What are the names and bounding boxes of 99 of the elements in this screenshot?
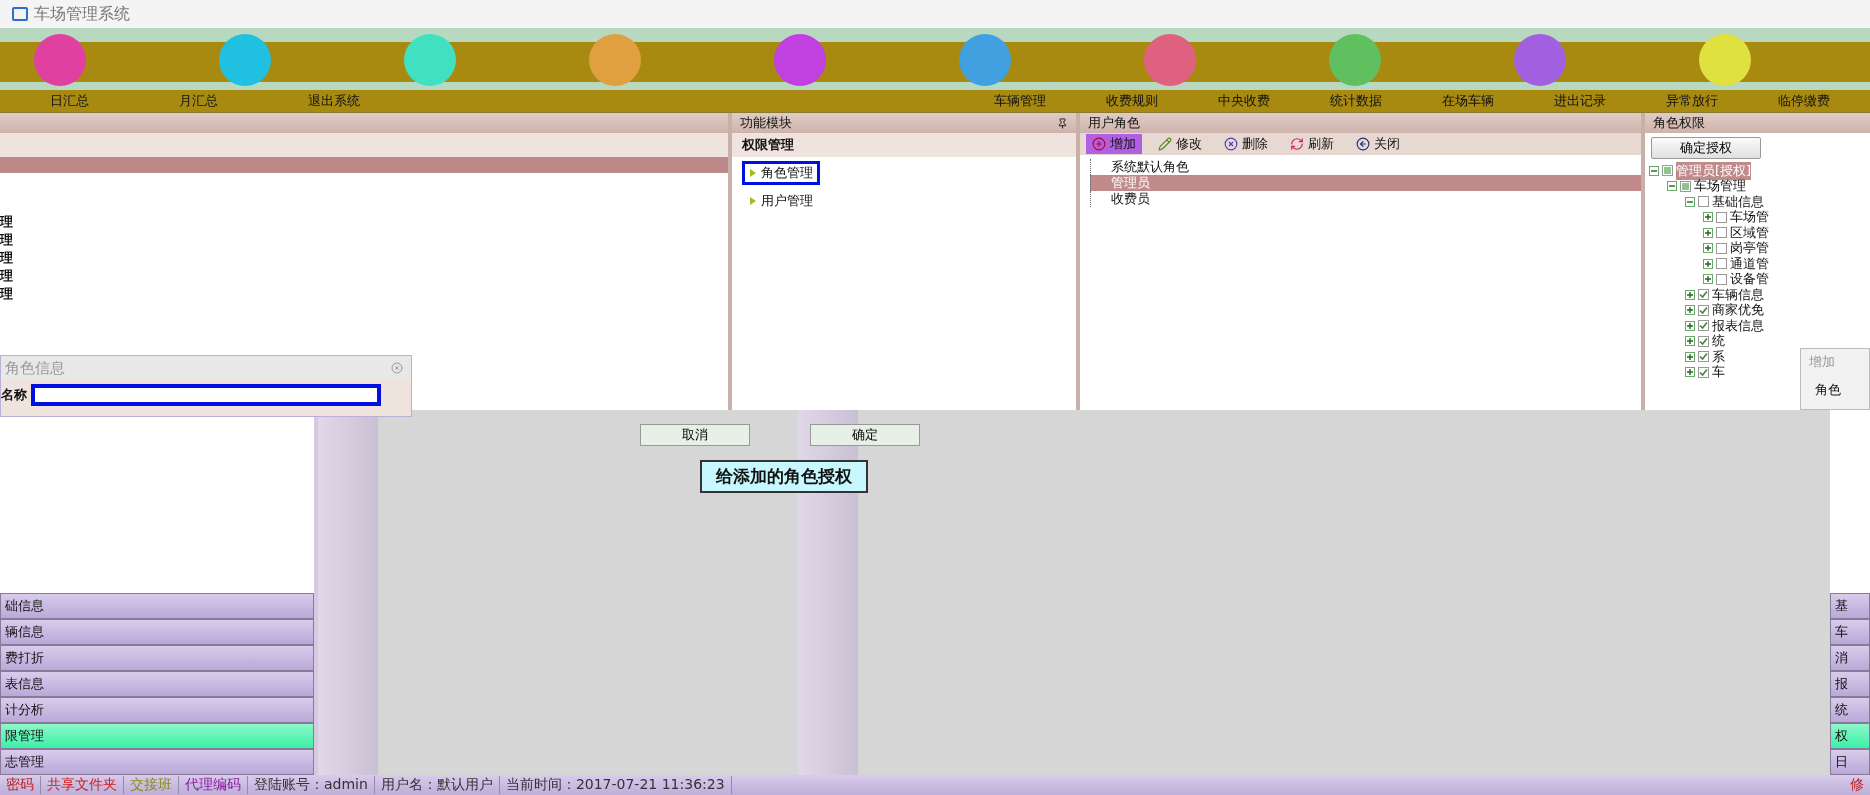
expand-icon[interactable] xyxy=(1703,243,1713,254)
checkbox[interactable] xyxy=(1698,351,1709,363)
status-item: 代理编码 xyxy=(179,776,248,794)
close-icon[interactable] xyxy=(391,362,403,374)
nav-button[interactable]: 权 xyxy=(1830,723,1870,749)
delete-icon xyxy=(1224,137,1238,151)
menu-item[interactable]: 临停缴费 xyxy=(1718,92,1830,110)
pencil-icon xyxy=(1158,137,1172,151)
checkbox[interactable] xyxy=(1716,258,1727,270)
nav-button[interactable]: 费打折 xyxy=(0,645,314,671)
nav-button[interactable]: 统 xyxy=(1830,697,1870,723)
nav-button[interactable]: 志管理 xyxy=(0,749,314,775)
dialog-title: 角色信息 xyxy=(5,358,65,378)
list-item[interactable]: 理 xyxy=(0,231,728,249)
collapse-icon[interactable] xyxy=(1649,165,1659,176)
toolbar-button[interactable]: 关闭 xyxy=(1350,134,1406,154)
status-item: 当前时间：2017-07-21 11:36:23 xyxy=(499,776,732,794)
panel-title: 功能模块 xyxy=(740,114,792,132)
menu-item[interactable]: 日汇总 xyxy=(0,92,89,110)
checkbox[interactable] xyxy=(1716,227,1727,239)
collapse-icon[interactable] xyxy=(1685,196,1695,207)
close-icon xyxy=(1356,137,1370,151)
expand-icon[interactable] xyxy=(1685,289,1695,300)
menu-item[interactable]: 退出系统 xyxy=(218,92,360,110)
menu-item[interactable]: 收费规则 xyxy=(1046,92,1158,110)
nav-button[interactable]: 辆信息 xyxy=(0,619,314,645)
checkbox[interactable] xyxy=(1698,304,1709,316)
window-title: 车场管理系统 xyxy=(34,3,130,25)
toolbar-button[interactable]: 修改 xyxy=(1152,134,1208,154)
refresh-icon xyxy=(1290,137,1304,151)
authorize-button[interactable]: 确定授权 xyxy=(1651,137,1761,159)
menu-item[interactable]: 统计数据 xyxy=(1270,92,1382,110)
checkbox[interactable] xyxy=(1716,273,1727,285)
plus-icon xyxy=(1092,137,1106,151)
expand-icon[interactable] xyxy=(1703,274,1713,285)
status-item: 用户名：默认用户 xyxy=(374,776,500,794)
expand-icon[interactable] xyxy=(1685,367,1695,378)
status-item: 共享文件夹 xyxy=(41,776,124,794)
triangle-icon xyxy=(749,169,757,177)
toolbar-button[interactable]: 刷新 xyxy=(1284,134,1340,154)
menu-item[interactable]: 中央收费 xyxy=(1158,92,1270,110)
panel-title: 用户角色 xyxy=(1088,114,1140,132)
app-logo-icon xyxy=(12,7,28,21)
list-item[interactable]: 理 xyxy=(0,267,728,285)
status-item: 登陆账号：admin xyxy=(248,776,375,794)
module-item[interactable]: 用户管理 xyxy=(742,189,820,213)
checkbox[interactable] xyxy=(1662,165,1673,177)
section-header: 权限管理 xyxy=(732,133,1076,157)
checkbox[interactable] xyxy=(1698,196,1709,208)
nav-button[interactable]: 基 xyxy=(1830,593,1870,619)
nav-button[interactable]: 日 xyxy=(1830,749,1870,775)
menu-item[interactable]: 异常放行 xyxy=(1606,92,1718,110)
menu-item[interactable]: 车辆管理 xyxy=(994,92,1046,110)
toolbar-button[interactable]: 增加 xyxy=(1086,134,1142,154)
dialog-button[interactable]: 取消 xyxy=(640,424,750,446)
nav-button[interactable]: 计分析 xyxy=(0,697,314,723)
checkbox[interactable] xyxy=(1698,366,1709,378)
expand-icon[interactable] xyxy=(1703,227,1713,238)
list-item[interactable]: 理 xyxy=(0,285,728,303)
dialog-title: 增加 xyxy=(1808,353,1836,371)
collapse-icon[interactable] xyxy=(1667,181,1677,192)
role-item[interactable]: 收费员 xyxy=(1090,191,1641,207)
menu-item[interactable]: 进出记录 xyxy=(1494,92,1606,110)
expand-icon[interactable] xyxy=(1685,336,1695,347)
tree-item[interactable]: 车 xyxy=(1712,363,1725,382)
checkbox[interactable] xyxy=(1716,242,1727,254)
pin-icon[interactable] xyxy=(1057,117,1068,129)
panel-title: 角色权限 xyxy=(1653,114,1705,132)
checkbox[interactable] xyxy=(1680,180,1691,192)
triangle-icon xyxy=(749,197,757,205)
nav-button[interactable]: 础信息 xyxy=(0,593,314,619)
nav-button[interactable]: 表信息 xyxy=(0,671,314,697)
status-item: 密码 xyxy=(0,776,41,794)
status-link[interactable]: 修 xyxy=(1844,776,1870,794)
menu-item[interactable]: 在场车辆 xyxy=(1382,92,1494,110)
checkbox[interactable] xyxy=(1698,320,1709,332)
menu-item[interactable]: 月汇总 xyxy=(89,92,218,110)
nav-button[interactable]: 消 xyxy=(1830,645,1870,671)
name-input-field[interactable] xyxy=(31,384,381,406)
toolbar-button[interactable]: 删除 xyxy=(1218,134,1274,154)
tooltip: 给添加的角色授权 xyxy=(700,460,868,493)
expand-icon[interactable] xyxy=(1703,212,1713,223)
nav-button[interactable]: 限管理 xyxy=(0,723,314,749)
list-item[interactable]: 理 xyxy=(0,249,728,267)
expand-icon[interactable] xyxy=(1685,351,1695,362)
expand-icon[interactable] xyxy=(1685,305,1695,316)
nav-button[interactable]: 车 xyxy=(1830,619,1870,645)
dialog-button[interactable]: 确定 xyxy=(810,424,920,446)
list-item[interactable]: 理 xyxy=(0,213,728,231)
expand-icon[interactable] xyxy=(1685,320,1695,331)
field-label: 名称 xyxy=(1,386,27,404)
expand-icon[interactable] xyxy=(1703,258,1713,269)
module-item[interactable]: 角色管理 xyxy=(742,161,820,185)
field-label: 角色 xyxy=(1814,381,1842,399)
nav-button[interactable]: 报 xyxy=(1830,671,1870,697)
checkbox[interactable] xyxy=(1698,335,1709,347)
checkbox[interactable] xyxy=(1716,211,1727,223)
checkbox[interactable] xyxy=(1698,289,1709,301)
status-item: 交接班 xyxy=(124,776,179,794)
